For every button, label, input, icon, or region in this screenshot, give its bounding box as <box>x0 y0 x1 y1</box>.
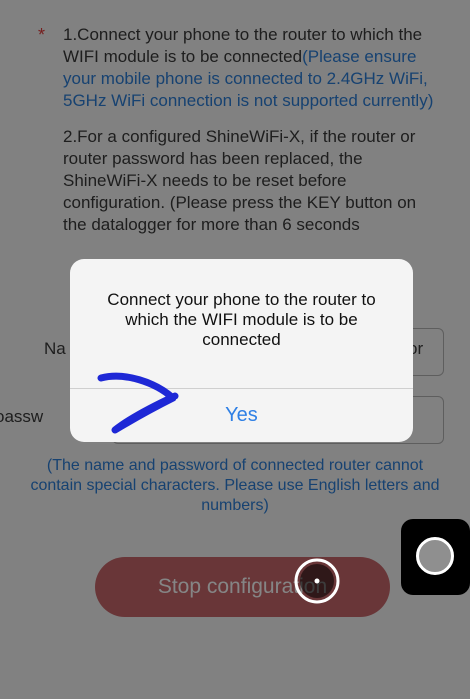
assistive-touch-icon[interactable] <box>401 519 470 595</box>
assistive-touch-ring <box>416 537 454 575</box>
annotation-scribble <box>97 372 179 434</box>
dialog-message: Connect your phone to the router to whic… <box>107 290 376 349</box>
touch-indicator-icon <box>294 558 340 604</box>
